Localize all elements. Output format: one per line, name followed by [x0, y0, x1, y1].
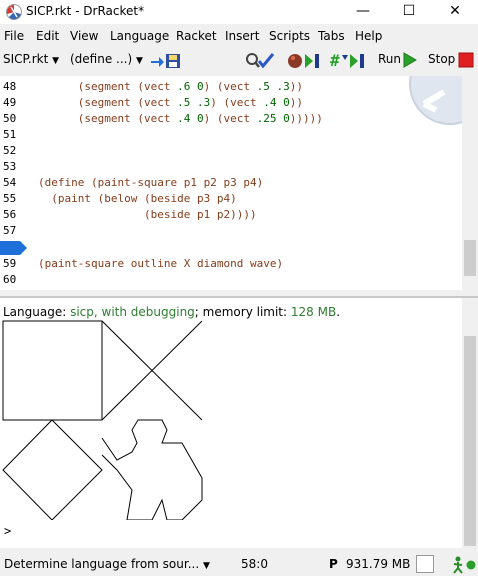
code-line: (paint-square outline X diamond wave)	[38, 256, 284, 270]
wave-painter	[101, 419, 203, 520]
code-line: (segment (vect .6 0) (vect .5 .3))	[77, 80, 303, 93]
title-bar: SICP.rkt - DrRacket* — ☐ ✕	[0, 0, 478, 24]
diamond-painter	[2, 419, 103, 520]
chevron-down-icon: ▼	[52, 56, 60, 66]
line-number: 53	[3, 160, 17, 174]
cursor-position: 58:0	[241, 557, 268, 571]
status-bar: Determine language from sour... ▼ 58:0 P…	[0, 552, 478, 576]
breakpoint-marker[interactable]	[0, 241, 28, 255]
menu-tabs[interactable]: Tabs	[318, 29, 345, 43]
menu-edit[interactable]: Edit	[36, 29, 59, 43]
menu-view[interactable]: View	[70, 29, 98, 43]
check-syntax-button[interactable]	[244, 51, 276, 71]
bug-icon	[288, 54, 302, 68]
language-line: Language: sicp, with debugging; memory l…	[3, 305, 340, 319]
running-status-icon	[453, 556, 476, 574]
code-line: (segment (vect .4 0) (vect .25 0)))))	[77, 112, 323, 126]
line-number: 55	[3, 192, 17, 206]
run-button[interactable]: Run	[378, 52, 401, 70]
close-icon: ✕	[449, 3, 461, 19]
line-number: 48	[3, 80, 17, 93]
line-number: 52	[3, 144, 17, 158]
checkmark-icon	[257, 53, 275, 69]
window-title: SICP.rkt - DrRacket*	[26, 4, 145, 18]
minimize-icon: —	[356, 3, 370, 19]
status-led-icon	[466, 560, 476, 570]
interactions-pane[interactable]: Language: sicp, with debugging; memory l…	[0, 298, 478, 548]
language-line-end: .	[336, 305, 341, 319]
line-number: 59	[3, 256, 17, 270]
run-label: Run	[378, 52, 402, 66]
chevron-down-icon: ▼	[203, 561, 210, 571]
stop-button[interactable]: Stop	[428, 52, 455, 70]
line-number: 57	[3, 224, 17, 238]
paint-square-output-image	[2, 320, 203, 520]
stop-icon	[458, 52, 474, 68]
menu-file[interactable]: File	[4, 29, 24, 43]
define-menu-button[interactable]: (define ...) ▼	[70, 52, 143, 70]
repl-prompt: >	[4, 524, 12, 538]
chevron-down-icon: ▼	[136, 56, 143, 66]
maximize-button[interactable]: ☐	[386, 0, 432, 24]
language-name: sicp, with debugging	[70, 305, 195, 319]
line-number: 49	[3, 96, 17, 110]
code-line: (beside p1 p2))))	[143, 208, 257, 222]
line-number: 60	[3, 272, 17, 286]
menu-bar: File Edit View Language Racket Insert Sc…	[0, 26, 478, 46]
minimize-button[interactable]: —	[340, 0, 386, 24]
menu-racket[interactable]: Racket	[176, 29, 217, 43]
place-indicator: P	[329, 557, 338, 571]
memory-limit-value: 128 MB	[290, 305, 337, 319]
line-number: 54	[3, 176, 17, 190]
drracket-logo-icon	[6, 4, 22, 20]
outline-painter	[2, 320, 103, 421]
gc-indicator	[416, 555, 434, 573]
macro-stepper-button[interactable]: #	[330, 51, 370, 71]
menu-scripts[interactable]: Scripts	[269, 29, 310, 43]
hash-icon: #	[330, 51, 340, 70]
memory-limit-prefix: ; memory limit:	[194, 305, 291, 319]
definitions-editor[interactable]: 48 (segment (vect .6 0) (vect .5 .3)) 49 …	[0, 76, 478, 290]
menu-help[interactable]: Help	[355, 29, 382, 43]
x-painter	[101, 320, 203, 421]
code-line: (define (paint-square p1 p2 p3 p4)	[38, 176, 264, 190]
code-line: (segment (vect .5 .3) (vect .4 0))	[77, 96, 303, 110]
language-selector[interactable]: Determine language from sour... ▼	[4, 557, 210, 571]
play-icon	[305, 54, 313, 68]
code-line: (paint (below (beside p3 p4)	[51, 192, 237, 206]
arrow-right-icon	[151, 57, 164, 67]
menu-language[interactable]: Language	[110, 29, 169, 43]
file-menu-button[interactable]: SICP.rkt ▼	[3, 52, 59, 70]
close-button[interactable]: ✕	[432, 0, 478, 24]
line-number: 56	[3, 208, 17, 222]
maximize-icon: ☐	[402, 3, 416, 19]
walking-man-icon	[453, 562, 463, 574]
define-menu-label: (define ...)	[70, 52, 133, 66]
play-icon	[350, 54, 358, 68]
menu-insert[interactable]: Insert	[225, 29, 259, 43]
save-button[interactable]	[150, 52, 182, 70]
file-name-label: SICP.rkt	[3, 52, 49, 66]
debug-button[interactable]	[287, 51, 323, 71]
line-number: 51	[3, 128, 17, 142]
language-selector-label: Determine language from sour...	[4, 557, 200, 571]
stop-label: Stop	[428, 52, 456, 66]
line-number: 50	[3, 112, 17, 126]
memory-usage[interactable]: 931.79 MB	[346, 557, 410, 571]
language-prefix: Language:	[3, 305, 71, 319]
run-play-icon	[403, 52, 417, 68]
interactions-scrollbar-thumb[interactable]	[464, 336, 476, 546]
editor-scrollbar-thumb[interactable]	[464, 240, 476, 276]
